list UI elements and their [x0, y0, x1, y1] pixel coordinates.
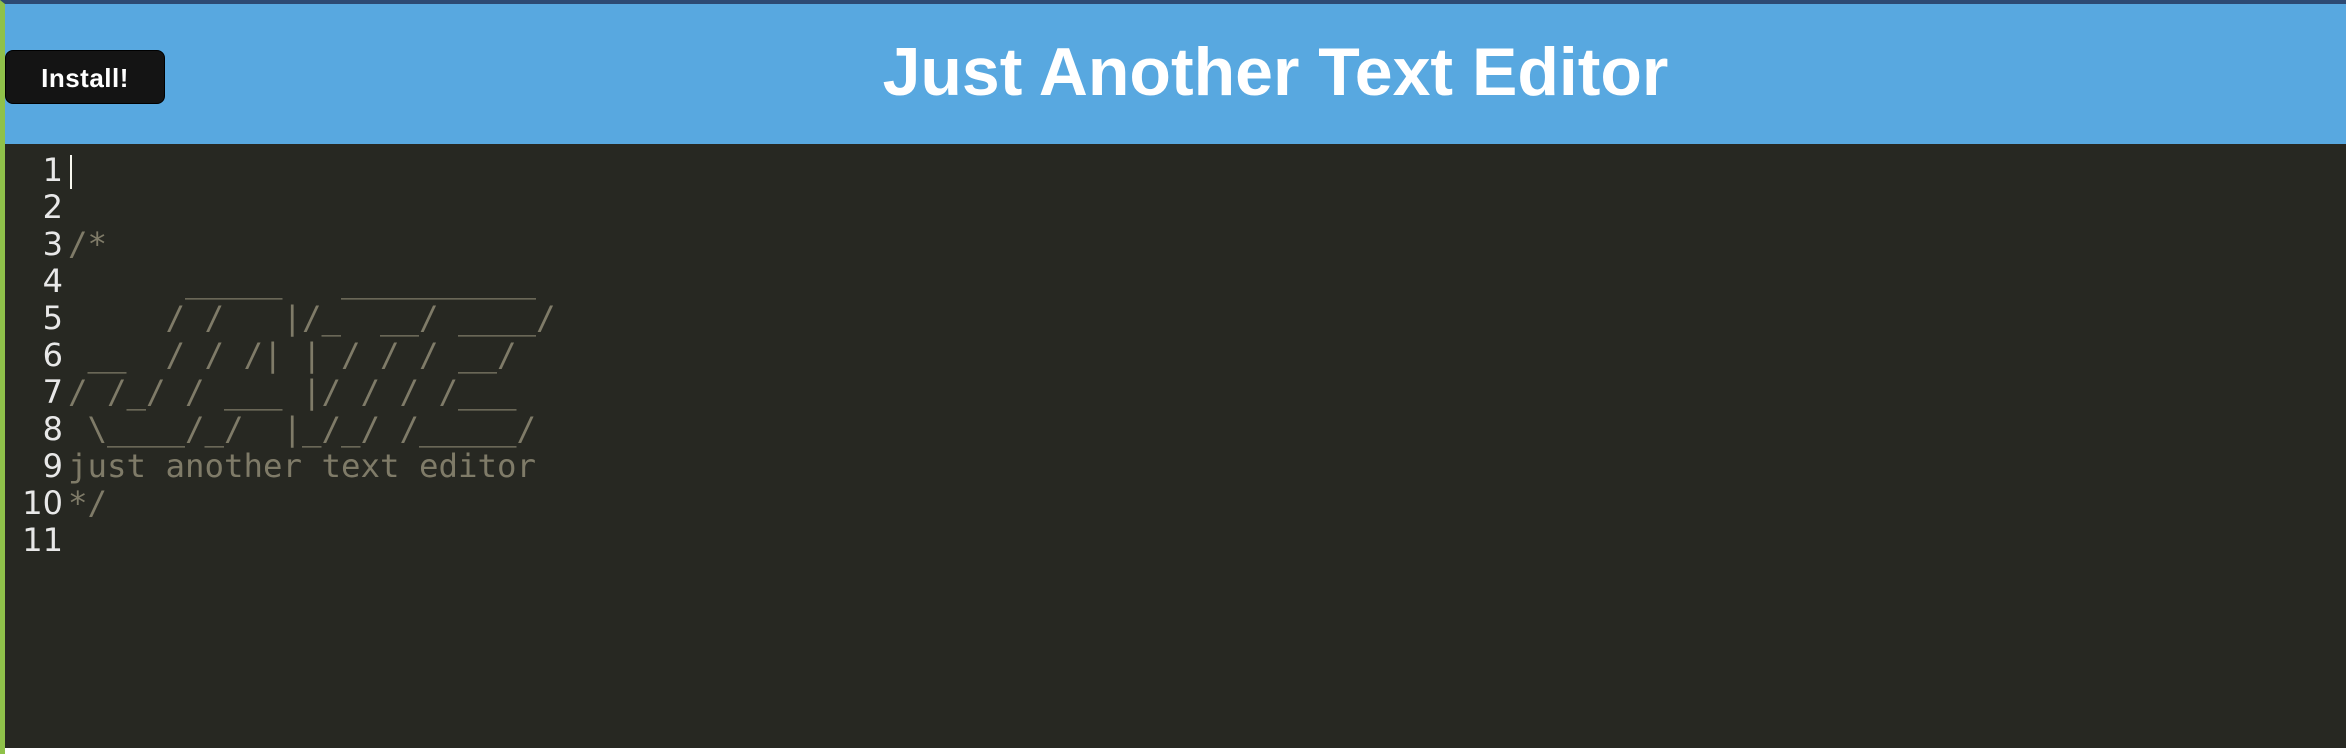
- line-number: 6: [42, 336, 63, 374]
- app-title: Just Another Text Editor: [882, 34, 1669, 110]
- code-editor[interactable]: 1 2 3 4 5 6 7 8 9 10 11 /* _____ _______…: [5, 144, 2346, 748]
- line-number: 5: [42, 299, 63, 337]
- code-line-text: \____/_/ |_/_/ /_____/: [68, 410, 537, 448]
- code-line-4[interactable]: _____ __________: [68, 263, 2346, 300]
- line-number: 4: [42, 262, 63, 300]
- bottom-border: [5, 748, 2346, 754]
- code-line-text: /*: [68, 225, 108, 263]
- code-line-3[interactable]: /*: [68, 226, 2346, 263]
- line-number: 2: [42, 188, 63, 226]
- code-line-text: _____ __________: [68, 262, 537, 300]
- code-line-2[interactable]: [68, 189, 2346, 226]
- line-number: 11: [22, 521, 63, 559]
- app-header: Install! Just Another Text Editor: [5, 4, 2346, 144]
- line-number-gutter: 1 2 3 4 5 6 7 8 9 10 11: [5, 152, 63, 559]
- code-line-text: */: [68, 484, 108, 522]
- line-number: 8: [42, 410, 63, 448]
- code-line-9[interactable]: just another text editor: [68, 448, 2346, 485]
- code-line-text: / /_/ / ___ |/ / / /___: [68, 373, 517, 411]
- code-line-6[interactable]: __ / / /| | / / / __/: [68, 337, 2346, 374]
- line-number: 7: [42, 373, 63, 411]
- line-number: 1: [42, 151, 63, 189]
- code-line-11[interactable]: [68, 522, 2346, 559]
- code-line-text: __ / / /| | / / / __/: [68, 336, 517, 374]
- line-number: 3: [42, 225, 63, 263]
- code-line-5[interactable]: / / |/_ __/ ____/: [68, 300, 2346, 337]
- code-line-7[interactable]: / /_/ / ___ |/ / / /___: [68, 374, 2346, 411]
- code-content[interactable]: /* _____ __________ / / |/_ __/ ____/ __…: [68, 152, 2346, 559]
- code-line-text: / / |/_ __/ ____/: [68, 299, 556, 337]
- code-line-8[interactable]: \____/_/ |_/_/ /_____/: [68, 411, 2346, 448]
- app-window: Install! Just Another Text Editor 1 2 3 …: [0, 0, 2346, 754]
- code-line-10[interactable]: */: [68, 485, 2346, 522]
- line-number: 9: [42, 447, 63, 485]
- code-line-1[interactable]: [68, 152, 2346, 189]
- line-number: 10: [22, 484, 63, 522]
- code-line-text: just another text editor: [68, 447, 537, 485]
- text-cursor: [70, 155, 72, 189]
